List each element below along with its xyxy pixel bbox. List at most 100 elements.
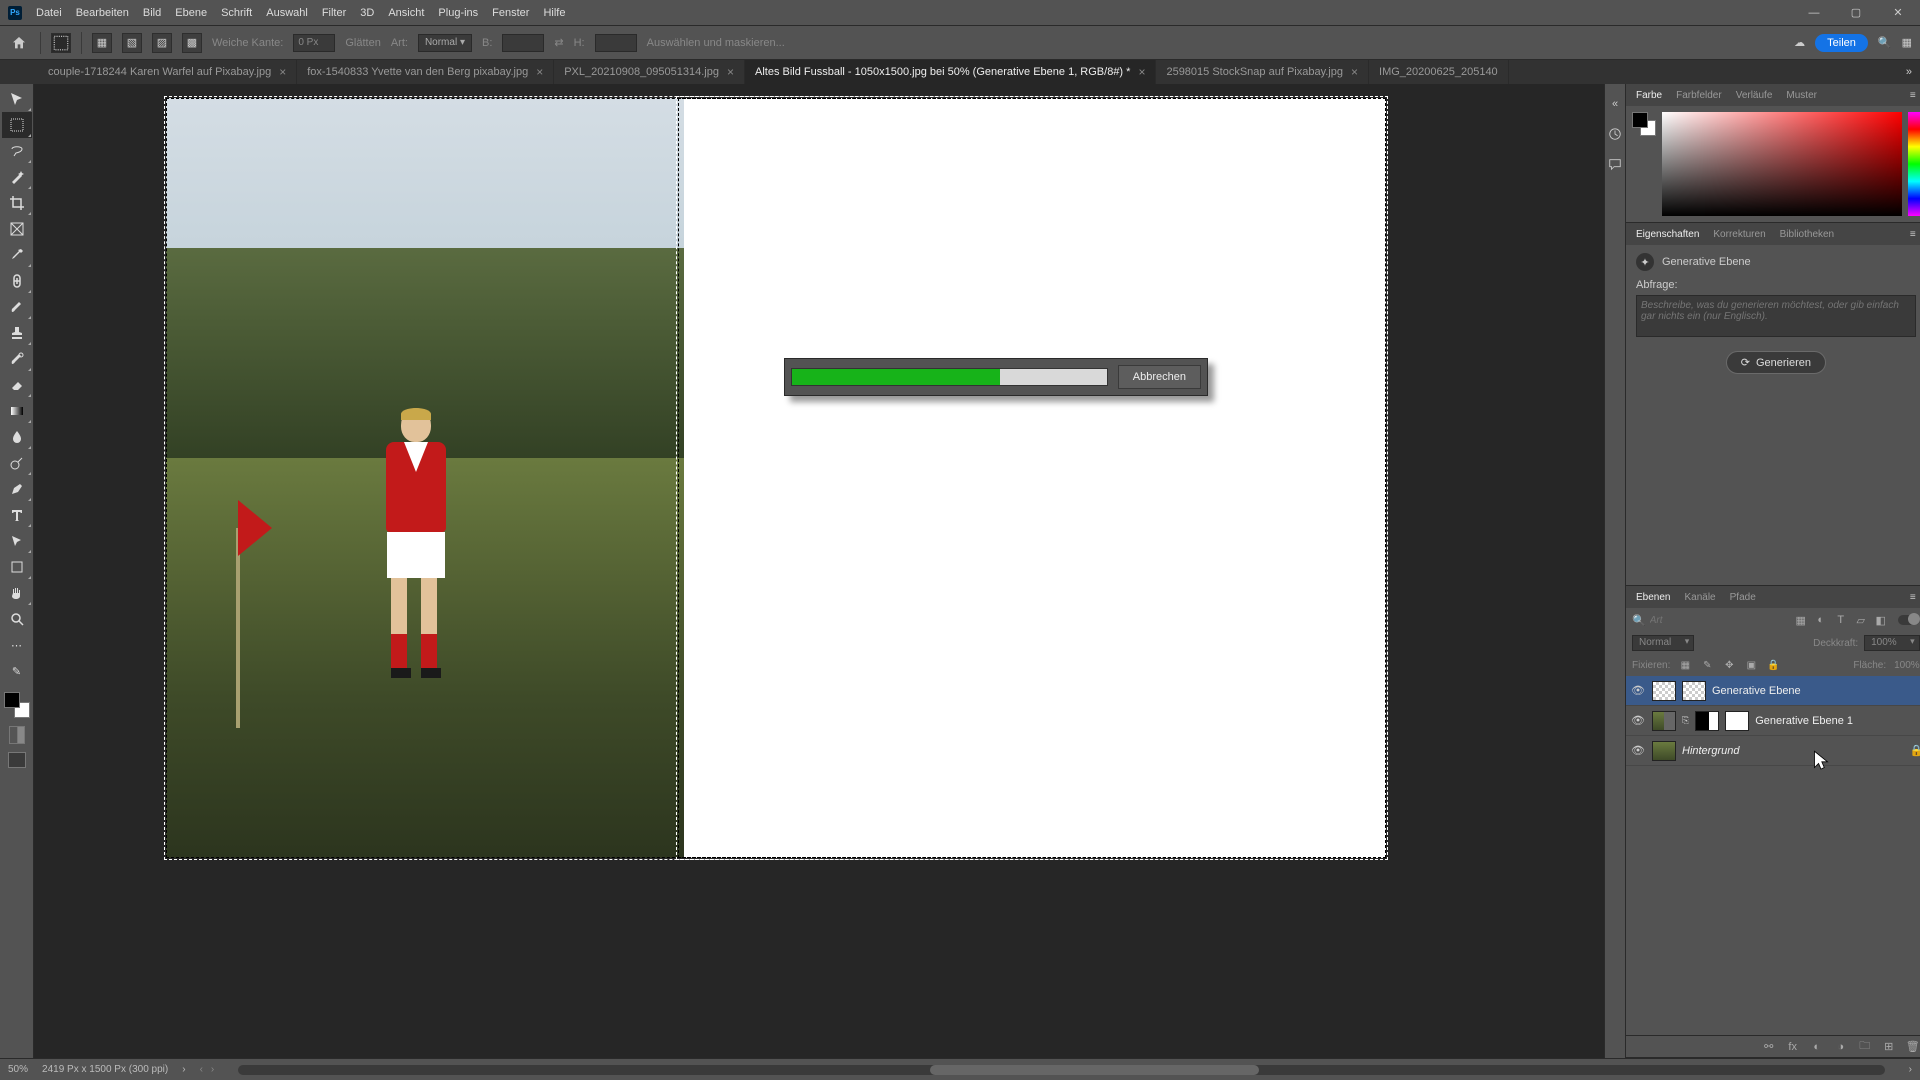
adjustment-icon[interactable]: ◑ — [1834, 1040, 1848, 1054]
close-icon[interactable]: × — [536, 65, 543, 79]
width-input[interactable] — [502, 34, 544, 52]
tab-verlaeufe[interactable]: Verläufe — [1736, 90, 1773, 101]
panel-menu-icon[interactable]: ≡ — [1910, 229, 1916, 240]
menu-plugins[interactable]: Plug-ins — [438, 7, 478, 19]
close-icon[interactable]: × — [1138, 65, 1145, 79]
frame-tool[interactable] — [2, 216, 32, 242]
selection-intersect-icon[interactable]: ▩ — [182, 33, 202, 53]
layer-row[interactable]: 👁 Generative Ebene — [1626, 676, 1920, 706]
select-and-mask-link[interactable]: Auswählen und maskieren... — [647, 37, 785, 49]
filter-smart-icon[interactable]: ◧ — [1874, 613, 1888, 627]
blur-tool[interactable] — [2, 424, 32, 450]
cloud-icon[interactable]: ☁ — [1794, 36, 1805, 49]
tab-farbe[interactable]: Farbe — [1636, 90, 1662, 101]
link-layers-icon[interactable]: ⚯ — [1762, 1040, 1776, 1054]
menu-datei[interactable]: Datei — [36, 7, 62, 19]
layer-row[interactable]: 👁 Hintergrund 🔒 — [1626, 736, 1920, 766]
more-tools[interactable]: ⋯ — [2, 632, 32, 658]
layer-thumb[interactable] — [1725, 711, 1749, 731]
group-icon[interactable]: 🗀 — [1858, 1040, 1872, 1054]
hue-slider[interactable] — [1908, 112, 1920, 216]
feather-input[interactable] — [293, 34, 335, 52]
lock-pixels-icon[interactable]: ▦ — [1678, 658, 1692, 672]
tab-muster[interactable]: Muster — [1786, 90, 1817, 101]
layer-name[interactable]: Generative Ebene — [1712, 685, 1920, 697]
close-icon[interactable]: × — [727, 65, 734, 79]
zoom-tool[interactable] — [2, 606, 32, 632]
filter-image-icon[interactable]: ▦ — [1794, 613, 1808, 627]
tab-kanaele[interactable]: Kanäle — [1684, 592, 1715, 603]
doc-tab[interactable]: IMG_20200625_205140 — [1369, 60, 1509, 84]
scroll-right-icon[interactable]: › — [211, 1064, 214, 1075]
selection-add-icon[interactable]: ▧ — [122, 33, 142, 53]
history-icon[interactable] — [1605, 124, 1625, 144]
panel-menu-icon[interactable]: ≡ — [1910, 90, 1916, 101]
menu-filter[interactable]: Filter — [322, 7, 346, 19]
path-select-tool[interactable] — [2, 528, 32, 554]
shape-tool[interactable] — [2, 554, 32, 580]
fx-icon[interactable]: fx — [1786, 1040, 1800, 1054]
window-minimize[interactable]: — — [1800, 3, 1828, 23]
style-dropdown[interactable]: Normal ▾ — [418, 34, 472, 52]
eyedropper-tool[interactable] — [2, 242, 32, 268]
swap-icon[interactable]: ⇄ — [554, 36, 563, 49]
menu-bild[interactable]: Bild — [143, 7, 161, 19]
wand-tool[interactable] — [2, 164, 32, 190]
tab-korrekturen[interactable]: Korrekturen — [1713, 229, 1765, 240]
dodge-tool[interactable] — [2, 450, 32, 476]
doc-tab[interactable]: couple-1718244 Karen Warfel auf Pixabay.… — [38, 60, 297, 84]
stamp-tool[interactable] — [2, 320, 32, 346]
fgbg-swatch[interactable] — [1632, 112, 1656, 136]
tab-eigenschaften[interactable]: Eigenschaften — [1636, 229, 1699, 240]
marquee-tool[interactable] — [2, 112, 32, 138]
window-close[interactable]: ✕ — [1884, 3, 1912, 23]
filter-toggle[interactable] — [1898, 615, 1920, 625]
brush-tool[interactable] — [2, 294, 32, 320]
tab-pfade[interactable]: Pfade — [1730, 592, 1756, 603]
delete-icon[interactable]: 🗑 — [1906, 1040, 1920, 1054]
lasso-tool[interactable] — [2, 138, 32, 164]
layer-name[interactable]: Hintergrund — [1682, 745, 1904, 757]
menu-3d[interactable]: 3D — [360, 7, 374, 19]
filter-adjust-icon[interactable]: ◐ — [1814, 613, 1828, 627]
tab-farbfelder[interactable]: Farbfelder — [1676, 90, 1722, 101]
visibility-icon[interactable]: 👁 — [1630, 744, 1646, 757]
close-icon[interactable]: × — [1351, 65, 1358, 79]
pen-tool[interactable] — [2, 476, 32, 502]
doc-info[interactable]: 2419 Px x 1500 Px (300 ppi) — [42, 1064, 168, 1075]
layer-thumb[interactable] — [1652, 681, 1676, 701]
new-layer-icon[interactable]: ⊞ — [1882, 1040, 1896, 1054]
prompt-input[interactable] — [1636, 295, 1916, 337]
lock-brush-icon[interactable]: ✎ — [1700, 658, 1714, 672]
scroll-right-end-icon[interactable]: › — [1909, 1064, 1912, 1075]
cancel-button[interactable]: Abbrechen — [1118, 365, 1201, 389]
opacity-input[interactable]: 100% — [1864, 635, 1920, 651]
layer-thumb[interactable] — [1652, 741, 1676, 761]
search-icon[interactable]: 🔍 — [1878, 36, 1892, 49]
lock-all-icon[interactable]: 🔒 — [1766, 658, 1780, 672]
visibility-icon[interactable]: 👁 — [1630, 684, 1646, 697]
zoom-level[interactable]: 50% — [8, 1064, 28, 1075]
fill-input[interactable]: 100% — [1894, 660, 1920, 671]
eraser-tool[interactable] — [2, 372, 32, 398]
scroll-left-icon[interactable]: ‹ — [200, 1064, 203, 1075]
healing-tool[interactable] — [2, 268, 32, 294]
comments-icon[interactable] — [1605, 154, 1625, 174]
layer-row[interactable]: 👁 ⎘ Generative Ebene 1 — [1626, 706, 1920, 736]
horizontal-scrollbar[interactable] — [238, 1065, 1884, 1075]
layer-name[interactable]: Generative Ebene 1 — [1755, 715, 1920, 727]
lock-artboard-icon[interactable]: ▣ — [1744, 658, 1758, 672]
menu-ansicht[interactable]: Ansicht — [388, 7, 424, 19]
menu-hilfe[interactable]: Hilfe — [543, 7, 565, 19]
collapse-icon[interactable]: « — [1605, 94, 1625, 114]
close-icon[interactable]: × — [279, 65, 286, 79]
lock-icon[interactable]: 🔒 — [1910, 744, 1920, 757]
menu-auswahl[interactable]: Auswahl — [266, 7, 308, 19]
layer-thumb[interactable] — [1682, 681, 1706, 701]
mask-thumb[interactable] — [1695, 711, 1719, 731]
filter-type-icon[interactable]: T — [1834, 613, 1848, 627]
canvas[interactable]: Abbrechen — [34, 84, 1604, 1058]
layer-thumb[interactable] — [1652, 711, 1676, 731]
layer-filter-search[interactable]: 🔍 — [1632, 614, 1784, 627]
menu-fenster[interactable]: Fenster — [492, 7, 529, 19]
